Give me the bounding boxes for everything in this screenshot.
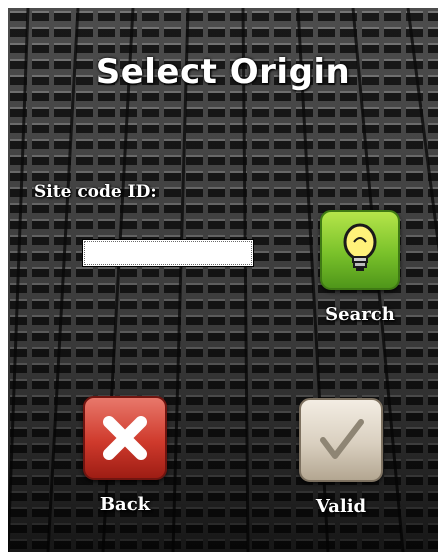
valid-button-label: Valid — [315, 496, 367, 517]
site-code-input[interactable] — [82, 239, 254, 267]
checkmark-icon — [320, 419, 364, 459]
page-title: Select Origin — [95, 52, 351, 92]
close-icon — [103, 416, 147, 460]
lightbulb-icon — [343, 223, 377, 271]
back-button-label: Back — [99, 494, 151, 515]
search-button[interactable]: Search — [315, 210, 405, 325]
back-button[interactable]: Back — [80, 396, 170, 515]
origin-screen: Select Origin Site code ID: Search Back — [8, 8, 438, 552]
site-code-label: Site code ID: — [34, 182, 157, 202]
search-button-label: Search — [325, 304, 395, 325]
valid-button[interactable]: Valid — [296, 398, 386, 517]
